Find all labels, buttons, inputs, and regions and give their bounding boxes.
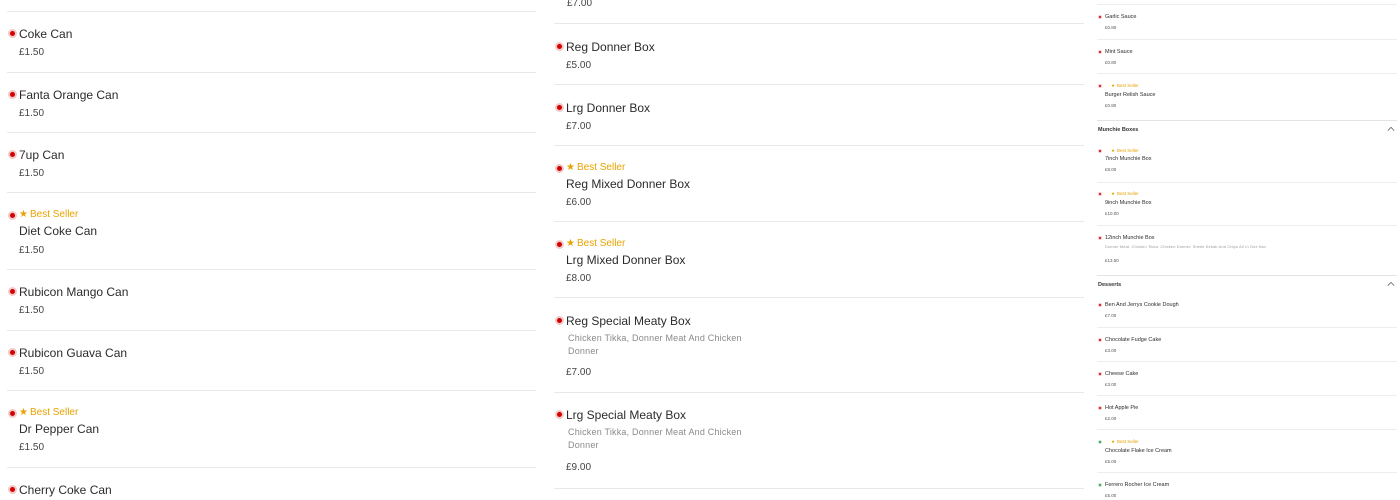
menu-item[interactable] (554, 488, 1084, 500)
menu-item[interactable]: ★ Best Seller Lrg Mixed Donner Box £8.00 (554, 221, 1084, 297)
menu-item[interactable]: Lrg Donner Box £7.00 (554, 84, 1084, 145)
best-seller-badge: ★ Best Seller (566, 238, 626, 249)
category-title: Desserts (1098, 282, 1122, 288)
best-seller-badge: ★ Best Seller (1111, 148, 1139, 153)
food-type-dot-icon (1098, 192, 1102, 196)
menu-item[interactable]: 12inch Munchie Box Donner Meat, Chicken … (1097, 225, 1397, 275)
menu-item[interactable]: ★ Best Seller 7inch Munchie Box £8.00 (1097, 140, 1397, 182)
menu-item-description: Chicken Tikka, Donner Meat And Chicken D… (568, 427, 742, 450)
best-seller-badge: ★ Best Seller (1111, 83, 1139, 88)
star-icon: ★ (566, 162, 575, 173)
food-type-dot-icon (1098, 84, 1102, 88)
menu-item-description: Chicken Tikka, Donner Meat And Chicken D… (568, 333, 742, 356)
chevron-up-icon[interactable] (1387, 125, 1395, 133)
menu-item[interactable]: ★ Best Seller Diet Coke Can £1.50 (7, 192, 536, 269)
food-type-dot-icon (8, 90, 17, 99)
menu-item[interactable]: Chocolate Fudge Cake £3.00 (1097, 327, 1397, 361)
best-seller-badge: ★ Best Seller (1111, 191, 1139, 196)
star-icon: ★ (1111, 83, 1116, 88)
menu-item[interactable]: ★ Best Seller Dr Pepper Can £1.50 (7, 390, 536, 467)
category-title: Munchie Boxes (1098, 127, 1139, 133)
food-type-dot-icon (1098, 483, 1102, 487)
category-header-desserts[interactable]: Desserts (1097, 275, 1397, 295)
best-seller-badge: ★ Best Seller (19, 209, 79, 220)
star-icon: ★ (1111, 191, 1116, 196)
best-seller-badge: ★ Best Seller (1111, 439, 1139, 444)
star-icon: ★ (19, 407, 28, 418)
food-type-dot-icon (1098, 50, 1102, 54)
menu-item[interactable]: Fanta Orange Can £1.50 (7, 72, 536, 132)
star-icon: ★ (19, 209, 28, 220)
food-type-dot-icon (1098, 236, 1102, 240)
food-type-dot-icon (8, 211, 17, 220)
menu-item[interactable]: Hot Apple Pie £2.00 (1097, 395, 1397, 429)
food-type-dot-icon (555, 410, 564, 419)
food-type-dot-icon (1098, 303, 1102, 307)
food-type-dot-icon (555, 164, 564, 173)
menu-item[interactable]: Cheese Cake £3.00 (1097, 361, 1397, 395)
menu-item[interactable]: Garlic Sauce £0.80 (1097, 4, 1397, 39)
food-type-dot-icon (1098, 372, 1102, 376)
best-seller-badge: ★ Best Seller (19, 407, 79, 418)
menu-item[interactable]: Lrg Special Meaty Box Chicken Tikka, Don… (554, 392, 1084, 488)
food-type-dot-icon (555, 316, 564, 325)
menu-item[interactable]: Coke Can £1.50 (7, 11, 536, 72)
menu-item[interactable]: Rubicon Mango Can £1.50 (7, 269, 536, 330)
menu-item[interactable]: ★ Best Seller Burger Relish Sauce £0.80 (1097, 73, 1397, 120)
star-icon: ★ (1111, 439, 1116, 444)
food-type-dot-icon (8, 150, 17, 159)
menu-item[interactable]: Reg Special Meaty Box Chicken Tikka, Don… (554, 297, 1084, 392)
food-type-dot-icon (1098, 338, 1102, 342)
menu-item[interactable]: Ferrero Rocher Ice Cream £5.00 (1097, 472, 1397, 500)
food-type-dot-icon (8, 409, 17, 418)
menu-item[interactable]: ★ Best Seller Chocolate Flake Ice Cream £… (1097, 429, 1397, 472)
food-type-dot-icon (555, 103, 564, 112)
menu-item[interactable]: Mint Sauce £0.80 (1097, 39, 1397, 73)
food-type-dot-icon (1098, 440, 1102, 444)
food-type-dot-icon (1098, 406, 1102, 410)
star-icon: ★ (566, 238, 575, 249)
chevron-up-icon[interactable] (1387, 280, 1395, 288)
food-type-dot-icon (1098, 15, 1102, 19)
menu-item[interactable]: Ben And Jerrys Cookie Dough £7.00 (1097, 295, 1397, 327)
menu-item-price: £7.00 (567, 0, 593, 9)
food-type-dot-icon (555, 240, 564, 249)
food-type-dot-icon (8, 287, 17, 296)
menu-item-description: Donner Meat, Chicken Tikka, Chicken Donn… (1105, 245, 1267, 249)
food-type-dot-icon (8, 348, 17, 357)
menu-item[interactable]: Rubicon Guava Can £1.50 (7, 330, 536, 390)
star-icon: ★ (1111, 148, 1116, 153)
food-type-dot-icon (8, 485, 17, 494)
menu-item[interactable]: 7up Can £1.50 (7, 132, 536, 192)
food-type-dot-icon (555, 42, 564, 51)
menu-item[interactable]: Reg Donner Box £5.00 (554, 23, 1084, 84)
menu-item[interactable]: ★ Best Seller Reg Mixed Donner Box £6.00 (554, 145, 1084, 221)
menu-item[interactable]: Cherry Coke Can (7, 467, 536, 500)
menu-item[interactable]: ★ Best Seller 9inch Munchie Box £10.00 (1097, 182, 1397, 225)
food-type-dot-icon (1098, 149, 1102, 153)
food-type-dot-icon (8, 29, 17, 38)
best-seller-badge: ★ Best Seller (566, 162, 626, 173)
category-header-munchie-boxes[interactable]: Munchie Boxes (1097, 120, 1397, 140)
